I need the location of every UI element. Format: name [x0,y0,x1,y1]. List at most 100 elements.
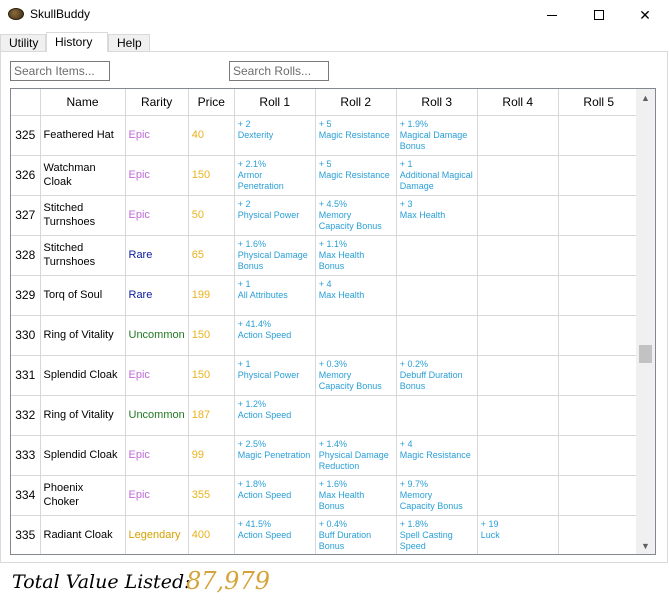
search-rolls-input[interactable] [229,61,329,81]
row-index: 328 [11,235,41,276]
item-price: 150 [188,355,235,396]
table-row[interactable]: 326 Watchman Cloak Epic 150 + 2.1% Armor Pen… [11,155,640,196]
tab-history[interactable]: History [46,32,108,52]
item-price: 355 [188,475,235,516]
column-header-name[interactable]: Name [40,89,126,116]
roll-5-cell [558,355,640,396]
roll-3-cell [396,275,478,316]
table-row[interactable]: 330 Ring of Vitality Uncommon 150 + 41.4% Ac… [11,315,640,356]
item-rarity: Epic [125,115,189,156]
row-index: 326 [11,155,41,196]
roll-4-cell [477,235,559,276]
row-index: 325 [11,115,41,156]
column-header-roll-4[interactable]: Roll 4 [477,89,559,116]
roll-3-cell: + 0.2% Debuff Duration Bonus [396,355,478,396]
roll-1-cell: + 2 Physical Power [234,195,316,236]
item-price: 400 [188,515,235,554]
roll-1-cell: + 1 All Attributes [234,275,316,316]
item-name: Splendid Cloak [40,435,126,476]
roll-4-cell [477,195,559,236]
skull-app-icon [8,8,24,20]
table-row[interactable]: 329 Torq of Soul Rare 199 + 1 All Attributes… [11,275,640,316]
total-value-amount: 87,979 [186,567,270,595]
table-row[interactable]: 328 Stitched Turnshoes Rare 65 + 1.6% Physic… [11,235,640,276]
header-row: Name Rarity Price Roll 1 Roll 2 Roll 3 R… [11,89,640,116]
roll-2-cell [315,315,397,356]
table-row[interactable]: 325 Feathered Hat Epic 40 + 2 Dexterity + 5 M… [11,115,640,156]
scroll-down-icon[interactable]: ▼ [636,537,655,554]
table-row[interactable]: 334 Phoenix Choker Epic 355 + 1.8% Action Sp… [11,475,640,516]
roll-4-cell [477,435,559,476]
minimize-button[interactable] [529,0,575,30]
roll-3-cell: + 4 Magic Resistance [396,435,478,476]
roll-2-cell: + 5 Magic Resistance [315,115,397,156]
item-price: 50 [188,195,235,236]
item-name: Watchman Cloak [40,155,126,196]
roll-1-cell: + 1.8% Action Speed [234,475,316,516]
table-row[interactable]: 327 Stitched Turnshoes Epic 50 + 2 Physical … [11,195,640,236]
roll-1-cell: + 41.4% Action Speed [234,315,316,356]
item-name: Stitched Turnshoes [40,195,126,236]
table-row[interactable]: 331 Splendid Cloak Epic 150 + 1 Physical Pow… [11,355,640,396]
roll-1-cell: + 1.2% Action Speed [234,395,316,436]
table-row[interactable]: 333 Splendid Cloak Epic 99 + 2.5% Magic Pene… [11,435,640,476]
roll-1-cell: + 2 Dexterity [234,115,316,156]
roll-1-cell: + 41.5% Action Speed [234,515,316,554]
roll-2-cell: + 1.4% Physical Damage Reduction [315,435,397,476]
roll-1-cell: + 2.5% Magic Penetration [234,435,316,476]
roll-5-cell [558,475,640,516]
item-price: 150 [188,315,235,356]
column-header-price[interactable]: Price [188,89,235,116]
maximize-button[interactable] [576,0,622,30]
column-header-roll-5[interactable]: Roll 5 [558,89,640,116]
item-rarity: Uncommon [125,395,189,436]
close-button[interactable]: ✕ [622,0,668,30]
item-name: Stitched Turnshoes [40,235,126,276]
maximize-icon [594,10,604,20]
roll-3-cell: + 9.7% Memory Capacity Bonus [396,475,478,516]
item-price: 99 [188,435,235,476]
total-value-label: Total Value Listed: [12,571,191,593]
item-price: 40 [188,115,235,156]
roll-4-cell [477,115,559,156]
item-name: Phoenix Choker [40,475,126,516]
row-index: 329 [11,275,41,316]
scrollbar-thumb[interactable] [639,345,652,363]
item-rarity: Rare [125,235,189,276]
item-price: 150 [188,155,235,196]
roll-2-cell: + 1.6% Max Health Bonus [315,475,397,516]
table-row[interactable]: 335 Radiant Cloak Legendary 400 + 41.5% Acti… [11,515,640,554]
column-header-rarity[interactable]: Rarity [125,89,189,116]
roll-3-cell: + 3 Max Health [396,195,478,236]
row-index: 333 [11,435,41,476]
tab-utility[interactable]: Utility [0,34,46,52]
minimize-icon [547,14,557,16]
item-name: Torq of Soul [40,275,126,316]
scroll-up-icon[interactable]: ▲ [636,89,655,106]
history-table: Name Rarity Price Roll 1 Roll 2 Roll 3 R… [11,89,640,554]
item-name: Ring of Vitality [40,315,126,356]
item-price: 65 [188,235,235,276]
roll-5-cell [558,435,640,476]
roll-4-cell: + 19 Luck [477,515,559,554]
roll-1-cell: + 1.6% Physical Damage Bonus [234,235,316,276]
item-rarity: Uncommon [125,315,189,356]
column-header-roll-2[interactable]: Roll 2 [315,89,397,116]
vertical-scrollbar[interactable]: ▲ ▼ [636,89,655,554]
column-header-roll-3[interactable]: Roll 3 [396,89,478,116]
table-row[interactable]: 332 Ring of Vitality Uncommon 187 + 1.2% Act… [11,395,640,436]
item-rarity: Legendary [125,515,189,554]
item-rarity: Epic [125,195,189,236]
item-price: 199 [188,275,235,316]
column-header-roll-1[interactable]: Roll 1 [234,89,316,116]
search-items-input[interactable] [10,61,110,81]
item-name: Ring of Vitality [40,395,126,436]
roll-1-cell: + 1 Physical Power [234,355,316,396]
tab-help[interactable]: Help [108,34,150,52]
history-grid: Name Rarity Price Roll 1 Roll 2 Roll 3 R… [10,88,656,555]
roll-5-cell [558,315,640,356]
roll-1-cell: + 2.1% Armor Penetration [234,155,316,196]
roll-2-cell: + 1.1% Max Health Bonus [315,235,397,276]
item-rarity: Rare [125,275,189,316]
column-header-index[interactable] [11,89,41,116]
